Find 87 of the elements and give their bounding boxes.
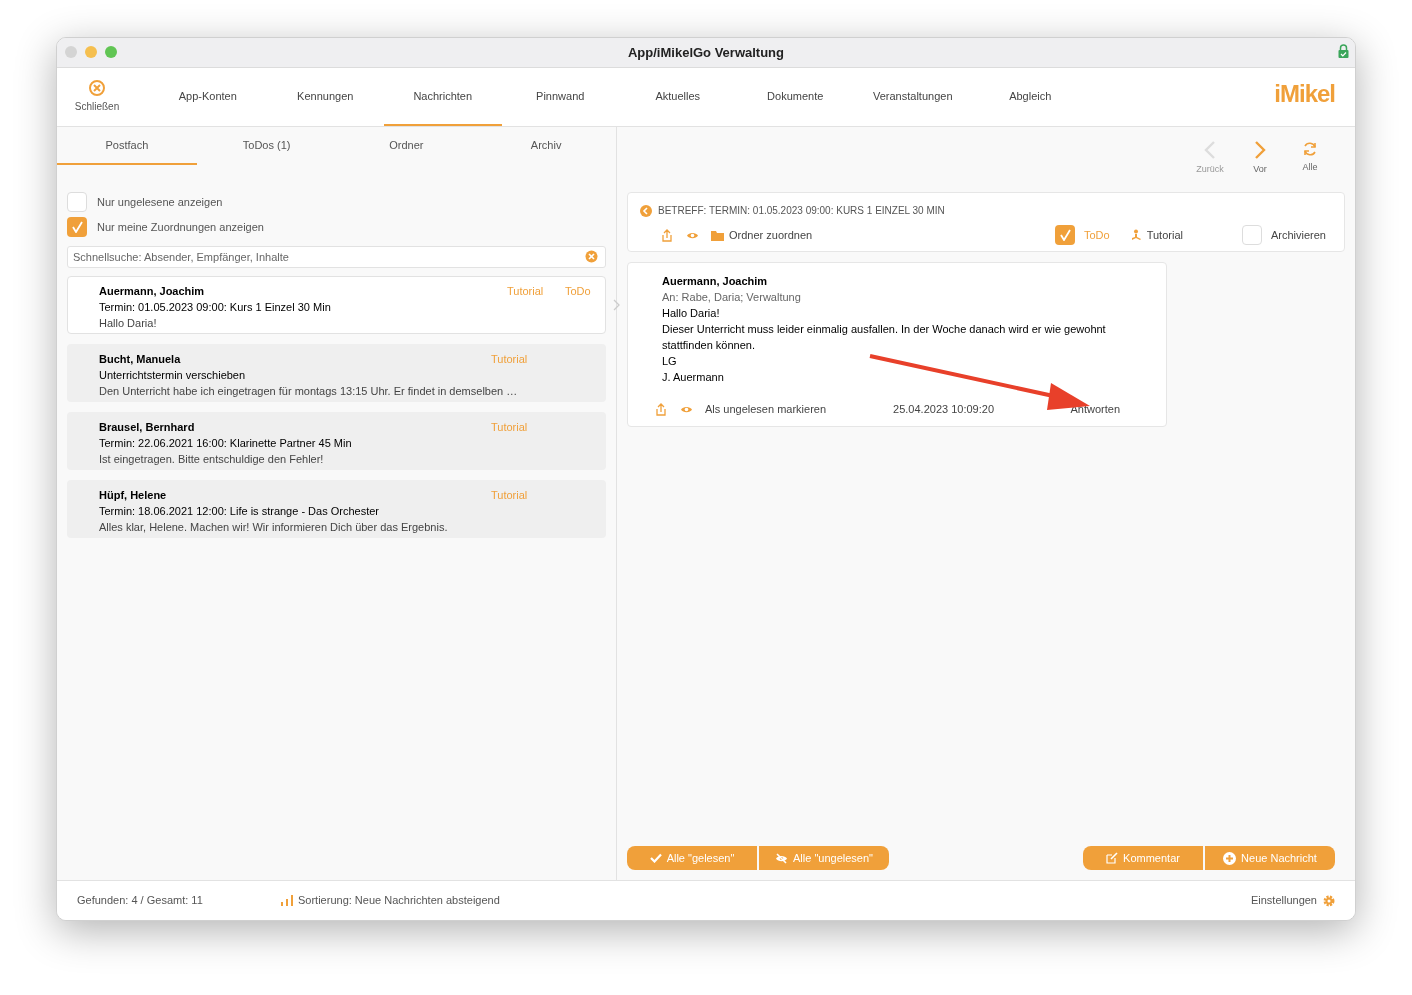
todo-label: ToDo: [1084, 227, 1110, 243]
close-icon: [89, 80, 105, 96]
nav-tab[interactable]: Aktuelles: [619, 68, 737, 126]
message-body: LG: [662, 354, 678, 369]
nav-tab[interactable]: Kennungen: [266, 68, 384, 126]
sender-name: Bucht, Manuela: [99, 352, 182, 367]
folder-assign-button[interactable]: Ordner zuordnen: [711, 226, 813, 244]
mailbox-tab[interactable]: Postfach: [57, 127, 197, 165]
sender-name: Hüpf, Helene: [99, 488, 168, 503]
filter-label: Nur meine Zuordnungen anzeigen: [97, 219, 264, 235]
nav-refresh-button[interactable]: Alle: [1285, 141, 1335, 192]
filter-label: Nur ungelesene anzeigen: [97, 194, 223, 210]
check-icon: [71, 221, 83, 233]
message-body: Hallo Daria!: [662, 306, 721, 321]
message-subject: Termin: 01.05.2023 09:00: Kurs 1 Einzel 30 Min: [99, 300, 332, 315]
checkbox[interactable]: [67, 192, 87, 212]
message-card[interactable]: Hüpf, Helene Tutorial Termin: 18.06.2021 12:00: Life is strange - Das Orchester Alles klar, Helene. Machen wir! Wir informieren Dich über das Ergebnis.: [67, 480, 606, 538]
message-tag: Tutorial: [507, 283, 565, 299]
window-zoom-button[interactable]: [105, 46, 117, 58]
edit-icon: [1106, 852, 1119, 864]
checkbox[interactable]: [1241, 225, 1262, 245]
result-count: Gefunden: 4 / Gesamt: 11: [77, 893, 204, 909]
search-field[interactable]: Schnellsuche: Absender, Empfänger, Inhalte: [67, 246, 606, 268]
recipients-text: An: Rabe, Daria; Verwaltung: [662, 290, 802, 305]
subject-text: BETREFF: TERMIN: 01.05.2023 09:00: KURS 1 EINZEL 30 MIN: [658, 204, 945, 218]
message-preview: Hallo Daria!: [99, 316, 158, 331]
message-card[interactable]: Auermann, Joachim Tutorial ToDo Termin: 01.05.2023 09:00: Kurs 1 Einzel 30 Min Hallo Daria!: [67, 276, 606, 334]
back-circle-icon: [640, 204, 652, 217]
tutorial-button[interactable]: Tutorial: [1129, 226, 1183, 244]
eye-icon: [680, 404, 693, 414]
message-preview: Den Unterricht habe ich eingetragen für montags 13:15 Uhr. Er findet in demselben …: [99, 384, 519, 399]
sender-name: Auermann, Joachim: [99, 284, 206, 299]
bar-chart-icon: [281, 895, 293, 906]
nav-tab[interactable]: Pinnwand: [501, 68, 619, 126]
message-preview: Alles klar, Helene. Machen wir! Wir informieren Dich über das Ergebnis.: [99, 520, 449, 535]
nav-tab[interactable]: Veranstaltungen: [854, 68, 972, 126]
logo: iMikel: [1274, 82, 1335, 106]
nav-tab[interactable]: App-Konten: [149, 68, 267, 126]
window-close-button[interactable]: [65, 46, 77, 58]
sender-name: Brausel, Bernhard: [99, 420, 196, 435]
message-tag: Tutorial: [491, 351, 549, 367]
archive-label: Archivieren: [1270, 227, 1326, 243]
refresh-icon: [1302, 141, 1318, 157]
chevron-left-icon: [1204, 141, 1216, 159]
nav-tab[interactable]: Nachrichten: [384, 68, 502, 126]
folder-icon: [711, 229, 724, 241]
close-button[interactable]: Schließen: [57, 68, 137, 126]
lock-icon: [1338, 44, 1349, 58]
settings-icon: [1323, 894, 1335, 907]
plus-icon: [1223, 851, 1237, 865]
sender-name: Auermann, Joachim: [662, 274, 769, 289]
share-icon: [662, 228, 672, 242]
mark-unread-link[interactable]: Als ungelesen markieren: [705, 400, 827, 418]
clear-icon: [585, 250, 598, 263]
check-icon: [649, 853, 662, 863]
message-tag: Tutorial: [491, 419, 549, 435]
message-subject: Termin: 18.06.2021 12:00: Life is strange - Das Orchester: [99, 504, 381, 519]
settings-button[interactable]: Einstellungen: [1250, 892, 1335, 909]
message-card[interactable]: Brausel, Bernhard Tutorial Termin: 22.06.2021 16:00: Klarinette Partner 45 Min Ist eingetragen. Bitte entschuldige den Fehler!: [67, 412, 606, 470]
message-preview: Ist eingetragen. Bitte entschuldige den Fehler!: [99, 452, 325, 467]
mailbox-tab[interactable]: Archiv: [476, 127, 616, 165]
nav-forward-button[interactable]: Vor: [1235, 141, 1285, 192]
chevron-right-icon: [1254, 141, 1266, 159]
check-icon: [1059, 229, 1071, 241]
message-date: 25.04.2023 10:09:20: [893, 401, 994, 417]
eye-slash-icon: [775, 852, 788, 864]
message-tag: Tutorial: [491, 487, 549, 503]
message-body: J. Auermann: [662, 370, 725, 385]
window-minimize-button[interactable]: [85, 46, 97, 58]
chevron-right-icon: [613, 299, 620, 311]
message-body: Dieser Unterricht muss leider einmalig ausfallen. In der Woche danach wird er wie gewohnt stattfinden können.: [662, 322, 1107, 353]
nav-tab[interactable]: Abgleich: [971, 68, 1089, 126]
share-icon: [656, 402, 666, 416]
sorting-label: Sortierung: Neue Nachrichten absteigend: [298, 893, 500, 909]
message-subject: Unterrichtstermin verschieben: [99, 368, 247, 383]
message-card[interactable]: Bucht, Manuela Tutorial Unterrichtstermin verschieben Den Unterricht habe ich eingetragen für montags 13:15 Uhr. Er findet in demselben …: [67, 344, 606, 402]
person-icon: [1129, 229, 1142, 241]
reply-link[interactable]: Antworten: [1070, 400, 1120, 418]
mailbox-tab[interactable]: ToDos (1): [196, 127, 337, 165]
window-title: App/iMikelGo Verwaltung: [628, 43, 784, 62]
checkbox[interactable]: [67, 217, 87, 237]
eye-icon: [686, 230, 699, 240]
nav-tab[interactable]: Dokumente: [736, 68, 854, 126]
message-tag: ToDo: [565, 283, 595, 299]
mailbox-tab[interactable]: Ordner: [336, 127, 477, 165]
message-subject: Termin: 22.06.2021 16:00: Klarinette Partner 45 Min: [99, 436, 353, 451]
checkbox[interactable]: [1055, 225, 1075, 245]
